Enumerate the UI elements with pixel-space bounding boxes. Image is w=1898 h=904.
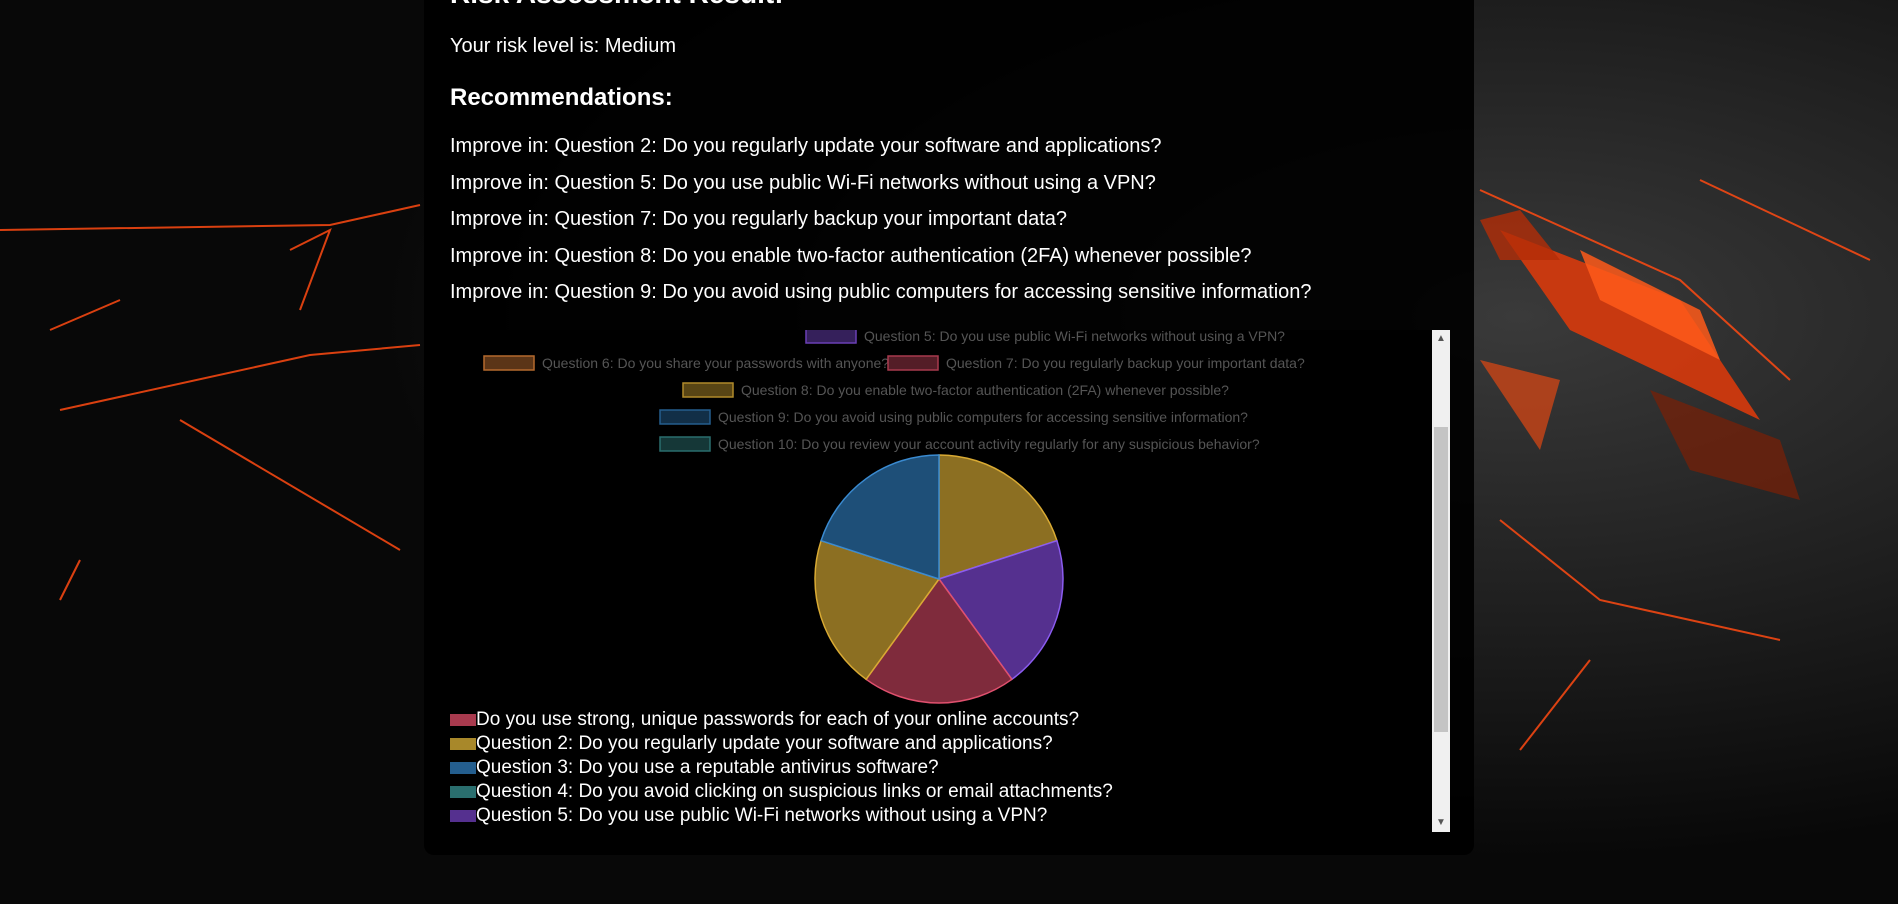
recommendations-list: Improve in: Question 2: Do you regularly… <box>450 134 1312 317</box>
chart-legend-label[interactable]: Question 7: Do you regularly backup your… <box>946 355 1305 371</box>
vertical-scrollbar[interactable]: ▲ ▼ <box>1432 330 1450 832</box>
chart-legend-swatch[interactable] <box>483 355 535 371</box>
legend-swatch <box>450 786 476 798</box>
chart-scroll-container[interactable]: Question 5: Do you use public Wi-Fi netw… <box>450 330 1450 832</box>
legend-label: Question 3: Do you use a reputable antiv… <box>476 757 939 778</box>
legend-swatch <box>450 810 476 822</box>
legend-label: Question 5: Do you use public Wi-Fi netw… <box>476 805 1048 826</box>
chart-legend-swatch[interactable] <box>887 355 939 371</box>
scroll-down-arrow-icon[interactable]: ▼ <box>1432 814 1450 832</box>
legend-swatch <box>450 714 476 726</box>
legend-swatch <box>450 762 476 774</box>
page-title: Risk Assessment Result: <box>450 0 784 10</box>
recommendation-item: Improve in: Question 9: Do you avoid usi… <box>450 281 1312 304</box>
question-legend-list: Do you use strong, unique passwords for … <box>450 708 1113 828</box>
legend-label: Do you use strong, unique passwords for … <box>476 709 1080 730</box>
chart-legend-swatch[interactable] <box>805 330 857 344</box>
legend-row: Question 3: Do you use a reputable antiv… <box>450 756 1113 780</box>
chart-legend-label[interactable]: Question 6: Do you share your passwords … <box>542 355 889 371</box>
legend-row: Do you use strong, unique passwords for … <box>450 708 1113 732</box>
chart-legend-label[interactable]: Question 8: Do you enable two-factor aut… <box>741 382 1229 398</box>
chart-legend-swatch[interactable] <box>659 409 711 425</box>
recommendation-item: Improve in: Question 8: Do you enable tw… <box>450 244 1252 267</box>
scroll-up-arrow-icon[interactable]: ▲ <box>1432 330 1450 348</box>
pie-chart: Question 5: Do you use public Wi-Fi netw… <box>483 330 1305 704</box>
legend-row: Question 4: Do you avoid clicking on sus… <box>450 780 1113 804</box>
legend-row: Question 5: Do you use public Wi-Fi netw… <box>450 804 1113 828</box>
chart-legend-swatch[interactable] <box>682 382 734 398</box>
risk-level-text: Your risk level is: Medium <box>450 35 677 57</box>
legend-label: Question 2: Do you regularly update your… <box>476 733 1053 754</box>
recommendation-item: Improve in: Question 7: Do you regularly… <box>450 208 1067 231</box>
recommendation-item: Improve in: Question 5: Do you use publi… <box>450 171 1156 194</box>
legend-row: Question 2: Do you regularly update your… <box>450 732 1113 756</box>
chart-legend-label[interactable]: Question 5: Do you use public Wi-Fi netw… <box>864 330 1285 344</box>
chart-legend-label[interactable]: Question 10: Do you review your account … <box>718 436 1260 452</box>
legend-label: Question 4: Do you avoid clicking on sus… <box>476 781 1113 802</box>
chart-legend-label[interactable]: Question 9: Do you avoid using public co… <box>718 409 1248 425</box>
recommendation-item: Improve in: Question 2: Do you regularly… <box>450 135 1162 157</box>
recommendations-heading: Recommendations: <box>450 84 673 111</box>
chart-legend-swatch[interactable] <box>659 436 711 452</box>
scrollbar-thumb[interactable] <box>1434 427 1448 732</box>
legend-swatch <box>450 738 476 750</box>
